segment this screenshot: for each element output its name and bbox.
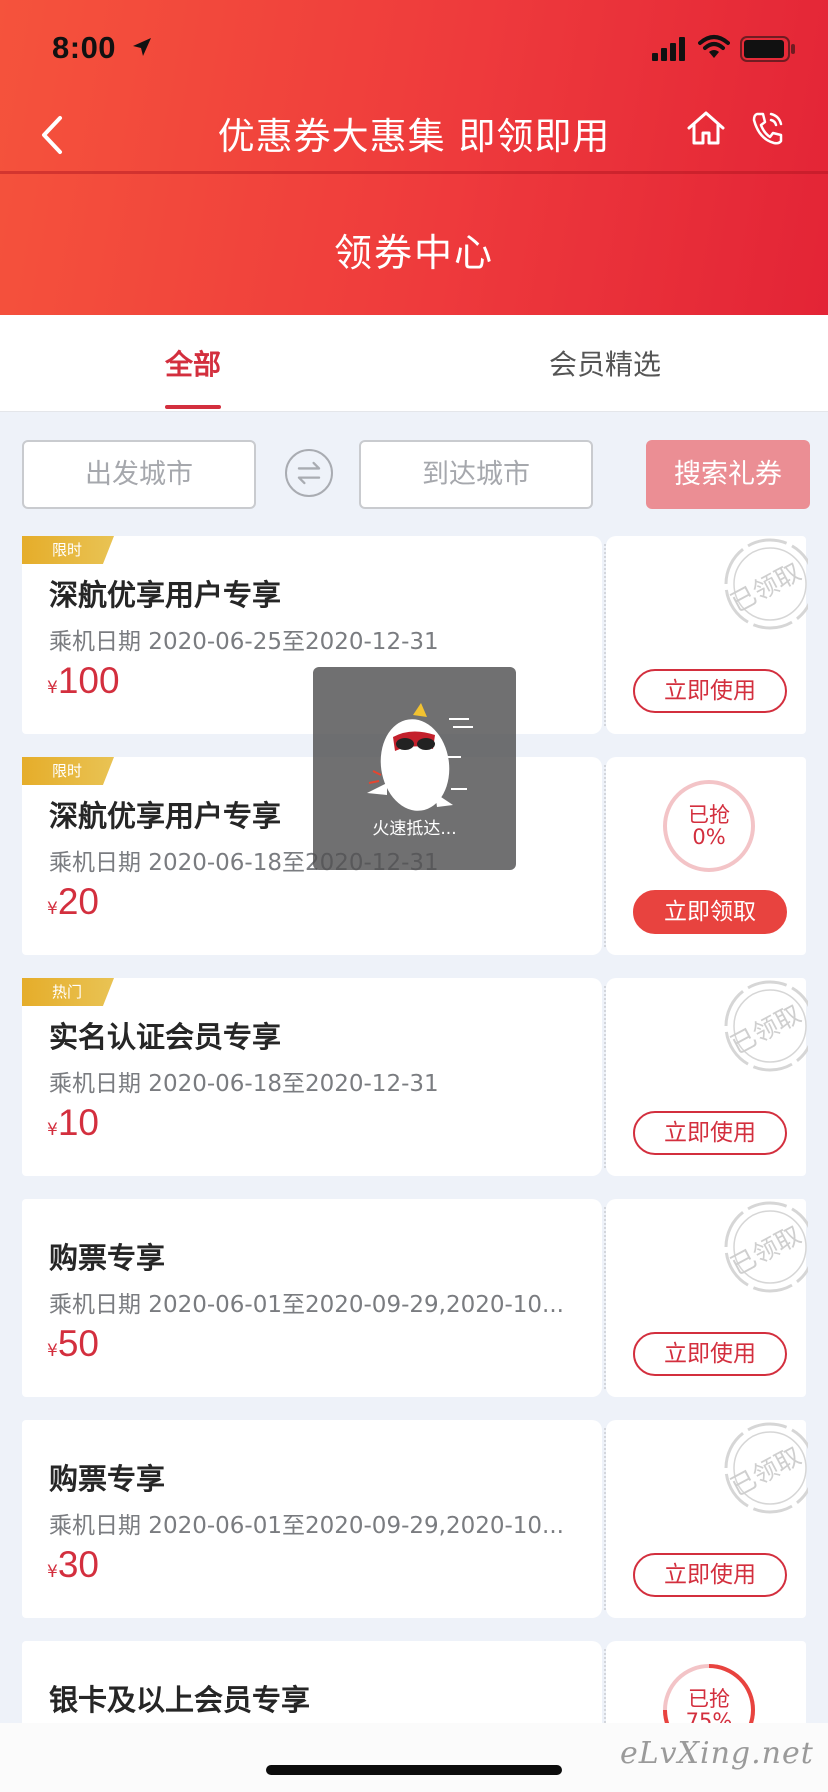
tab-all[interactable]: 全部 — [140, 343, 246, 383]
active-tab-indicator — [165, 405, 221, 409]
coupon-title: 银卡及以上会员专享 — [49, 1683, 311, 1717]
tab-member-picks[interactable]: 会员精选 — [520, 343, 690, 383]
coupon-date: 乘机日期 2020-06-01至2020-09-29,2020-10... — [49, 1513, 564, 1539]
coupon-date: 乘机日期 2020-06-25至2020-12-31 — [49, 629, 439, 655]
coupon-price: ¥50 — [47, 1323, 99, 1365]
claimed-stamp-icon: 已领取 — [724, 980, 808, 1072]
coupon-title: 购票专享 — [49, 1241, 166, 1275]
tab-bar: 全部 会员精选 — [0, 315, 828, 412]
coupon-amount: 30 — [57, 1544, 99, 1585]
coupon-tag: 热门 — [22, 978, 114, 1006]
coupon-amount: 100 — [57, 660, 120, 701]
cellular-signal-icon — [652, 37, 685, 61]
coupon-title: 实名认证会员专享 — [49, 1020, 282, 1054]
coupon-main: 购票专享 乘机日期 2020-06-01至2020-09-29,2020-10.… — [22, 1420, 602, 1618]
wifi-icon — [698, 35, 730, 58]
phone-icon[interactable] — [745, 106, 789, 150]
loading-text: 火速抵达... — [372, 819, 457, 839]
coupon-amount: 10 — [57, 1102, 99, 1143]
coupon-title: 购票专享 — [49, 1462, 166, 1496]
claimed-stamp-icon: 已领取 — [724, 1422, 808, 1514]
currency-symbol: ¥ — [47, 1341, 58, 1361]
coupon-card: 购票专享 乘机日期 2020-06-01至2020-09-29,2020-10.… — [22, 1199, 808, 1397]
coupon-tag: 限时 — [22, 757, 114, 785]
coupon-card: 热门 实名认证会员专享 乘机日期 2020-06-18至2020-12-31 ¥… — [22, 978, 808, 1176]
status-bar: 8:00 — [0, 0, 828, 100]
coupon-main: 购票专享 乘机日期 2020-06-01至2020-09-29,2020-10.… — [22, 1199, 602, 1397]
use-now-button[interactable]: 立即使用 — [633, 1553, 787, 1597]
search-coupons-button[interactable]: 搜索礼券 — [646, 440, 810, 509]
arrival-city-input[interactable]: 到达城市 — [359, 440, 593, 509]
location-arrow-icon — [133, 38, 151, 56]
swap-cities-icon[interactable] — [285, 449, 333, 497]
coupon-price: ¥30 — [47, 1544, 99, 1586]
coupon-date: 乘机日期 2020-06-01至2020-09-29,2020-10... — [49, 1292, 564, 1318]
header: 8:00 优惠券大惠集 即领即用 领券中心 — [0, 0, 828, 315]
navigation-bar: 优惠券大惠集 即领即用 — [0, 96, 828, 176]
airplane-mascot-icon — [367, 703, 473, 811]
coupon-card: 购票专享 乘机日期 2020-06-01至2020-09-29,2020-10.… — [22, 1420, 808, 1618]
use-now-button[interactable]: 立即使用 — [633, 1332, 787, 1376]
coupon-amount: 20 — [57, 881, 99, 922]
coupon-price: ¥10 — [47, 1102, 99, 1144]
page-title: 领券中心 — [333, 231, 494, 275]
currency-symbol: ¥ — [47, 1562, 58, 1582]
coupon-main: 热门 实名认证会员专享 乘机日期 2020-06-18至2020-12-31 ¥… — [22, 978, 602, 1176]
coupon-amount: 50 — [57, 1323, 99, 1364]
coupon-title: 深航优享用户专享 — [49, 799, 282, 833]
claim-now-button[interactable]: 立即领取 — [633, 890, 787, 934]
status-time: 8:00 — [52, 30, 117, 65]
battery-icon — [740, 36, 795, 62]
watermark: eLvXing.net — [620, 1736, 814, 1771]
loading-toast: 火速抵达... — [313, 667, 516, 870]
coupon-date: 乘机日期 2020-06-18至2020-12-31 — [49, 1071, 439, 1097]
coupon-price: ¥20 — [47, 881, 99, 923]
currency-symbol: ¥ — [47, 1120, 58, 1140]
progress-value: 0% — [692, 825, 726, 849]
currency-symbol: ¥ — [47, 899, 58, 919]
use-now-button[interactable]: 立即使用 — [633, 1111, 787, 1155]
use-now-button[interactable]: 立即使用 — [633, 669, 787, 713]
departure-city-input[interactable]: 出发城市 — [22, 440, 256, 509]
currency-symbol: ¥ — [47, 678, 58, 698]
coupon-title: 深航优享用户专享 — [49, 578, 282, 612]
claimed-stamp-icon: 已领取 — [724, 1201, 808, 1293]
coupon-price: ¥100 — [47, 660, 120, 702]
home-indicator[interactable] — [266, 1765, 562, 1775]
nav-divider — [0, 171, 828, 174]
claimed-stamp-icon: 已领取 — [724, 538, 808, 630]
home-icon[interactable] — [684, 106, 728, 150]
coupon-tag: 限时 — [22, 536, 114, 564]
